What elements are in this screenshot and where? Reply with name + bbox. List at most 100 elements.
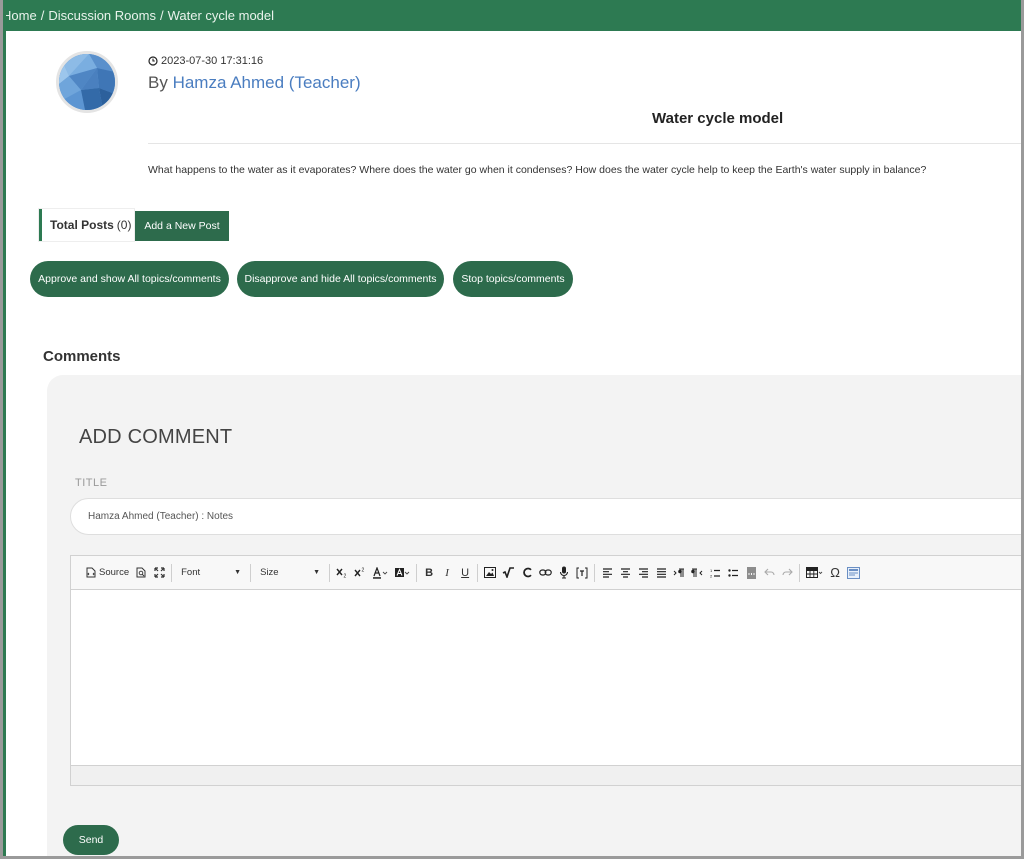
text-direction-rtl-button[interactable] xyxy=(688,562,706,584)
toolbar-separator xyxy=(416,563,418,582)
justify-button[interactable] xyxy=(652,562,670,584)
preview-button[interactable] xyxy=(132,562,150,584)
square-root-icon xyxy=(502,567,515,578)
toolbar-separator xyxy=(329,563,331,582)
template-icon xyxy=(847,566,861,579)
font-select-label: Font xyxy=(181,567,201,578)
avatar-image xyxy=(59,54,115,110)
post-body: What happens to the water as it evaporat… xyxy=(148,164,927,176)
align-center-button[interactable] xyxy=(616,562,634,584)
source-label: Source xyxy=(99,567,130,578)
breadcrumb-home[interactable]: Home xyxy=(6,8,37,23)
align-left-button[interactable] xyxy=(598,562,616,584)
microphone-icon xyxy=(560,566,569,579)
toolbar-separator xyxy=(594,563,596,582)
add-comment-heading: ADD COMMENT xyxy=(79,426,233,448)
table-button[interactable] xyxy=(803,562,826,584)
numbered-list-button[interactable]: 12 xyxy=(706,562,724,584)
editor-status-bar xyxy=(71,765,1021,785)
special-character-button[interactable]: Ω xyxy=(826,562,844,584)
background-color-button[interactable] xyxy=(391,562,413,584)
background-color-icon xyxy=(395,567,410,577)
font-select[interactable]: Font ▼ xyxy=(175,562,247,584)
breadcrumb-separator: / xyxy=(159,8,164,23)
text-direction-ltr-icon xyxy=(673,568,685,577)
audio-record-button[interactable] xyxy=(555,562,573,584)
align-right-button[interactable] xyxy=(634,562,652,584)
insert-field-icon xyxy=(576,567,588,578)
text-direction-rtl-icon xyxy=(691,568,703,577)
post-timestamp: 2023-07-30 17:31:16 xyxy=(148,55,263,67)
maximize-button[interactable] xyxy=(150,562,168,584)
editor-toolbar: Source Font ▼ Size ▼ 2 2 B I U 1 2 Ω xyxy=(71,556,1021,590)
image-button[interactable] xyxy=(481,562,499,584)
add-new-post-button[interactable]: Add a New Post xyxy=(135,211,229,241)
toolbar-separator xyxy=(477,563,479,582)
breadcrumb: Home / Discussion Rooms / Water cycle mo… xyxy=(6,0,1021,31)
title-label: TITLE xyxy=(75,477,108,489)
insert-field-button[interactable] xyxy=(573,562,591,584)
avatar xyxy=(56,51,118,113)
superscript-icon: 2 xyxy=(354,568,365,577)
text-color-button[interactable] xyxy=(369,562,391,584)
toolbar-separator xyxy=(799,563,801,582)
svg-text:1: 1 xyxy=(710,568,713,573)
text-color-icon xyxy=(373,566,388,579)
subscript-icon: 2 xyxy=(336,568,347,579)
align-left-icon xyxy=(602,567,612,578)
link-icon xyxy=(539,569,552,576)
total-posts-label: Total Posts xyxy=(50,218,114,232)
disapprove-all-button[interactable]: Disapprove and hide All topics/comments xyxy=(237,261,444,297)
bold-button[interactable]: B xyxy=(420,562,438,584)
chevron-down-icon: ▼ xyxy=(313,569,321,576)
redo-icon xyxy=(782,568,793,576)
svg-text:2: 2 xyxy=(344,574,347,579)
chemistry-button[interactable] xyxy=(518,562,536,584)
align-center-icon xyxy=(620,567,630,578)
post-author: By Hamza Ahmed (Teacher) xyxy=(148,73,361,93)
subscript-button[interactable]: 2 xyxy=(333,562,351,584)
source-icon xyxy=(86,567,96,578)
link-button[interactable] xyxy=(536,562,555,584)
title-input[interactable] xyxy=(70,498,1021,535)
template-button[interactable] xyxy=(844,562,863,584)
approve-all-button[interactable]: Approve and show All topics/comments xyxy=(30,261,229,297)
editor-content-area[interactable] xyxy=(71,590,1021,765)
stop-topics-button[interactable]: Stop topics/comments xyxy=(453,261,573,297)
image-icon xyxy=(484,567,497,578)
clock-icon xyxy=(148,56,158,66)
undo-icon xyxy=(763,568,775,576)
breadcrumb-separator: / xyxy=(40,8,45,23)
text-direction-ltr-button[interactable] xyxy=(670,562,688,584)
page-break-button[interactable] xyxy=(742,562,760,584)
math-formula-button[interactable] xyxy=(499,562,518,584)
comments-heading: Comments xyxy=(43,348,121,365)
redo-button[interactable] xyxy=(778,562,796,584)
page-frame: Home / Discussion Rooms / Water cycle mo… xyxy=(3,0,1021,856)
by-prefix: By xyxy=(148,73,168,92)
rich-text-editor: Source Font ▼ Size ▼ 2 2 B I U 1 2 Ω xyxy=(70,555,1021,786)
toolbar-separator xyxy=(250,563,252,582)
toolbar-separator xyxy=(171,563,173,582)
maximize-icon xyxy=(154,567,165,578)
breadcrumb-discussion-rooms[interactable]: Discussion Rooms xyxy=(48,8,156,23)
total-posts-count: (0) xyxy=(116,218,132,232)
page-break-icon xyxy=(746,567,756,578)
author-link[interactable]: Hamza Ahmed (Teacher) xyxy=(173,73,361,92)
table-icon xyxy=(806,567,823,578)
size-select[interactable]: Size ▼ xyxy=(254,562,326,584)
bulleted-list-icon xyxy=(727,568,738,577)
svg-text:2: 2 xyxy=(710,573,713,578)
undo-button[interactable] xyxy=(760,562,778,584)
source-button[interactable]: Source xyxy=(83,562,132,584)
post-title: Water cycle model xyxy=(652,110,784,127)
svg-text:2: 2 xyxy=(362,568,365,574)
bulleted-list-button[interactable] xyxy=(724,562,742,584)
send-button[interactable]: Send xyxy=(63,825,119,855)
superscript-button[interactable]: 2 xyxy=(351,562,369,584)
divider xyxy=(148,143,1021,144)
italic-button[interactable]: I xyxy=(438,562,456,584)
underline-button[interactable]: U xyxy=(456,562,474,584)
chemistry-c-icon xyxy=(522,567,532,578)
total-posts-tab[interactable]: Total Posts (0) xyxy=(39,209,134,241)
